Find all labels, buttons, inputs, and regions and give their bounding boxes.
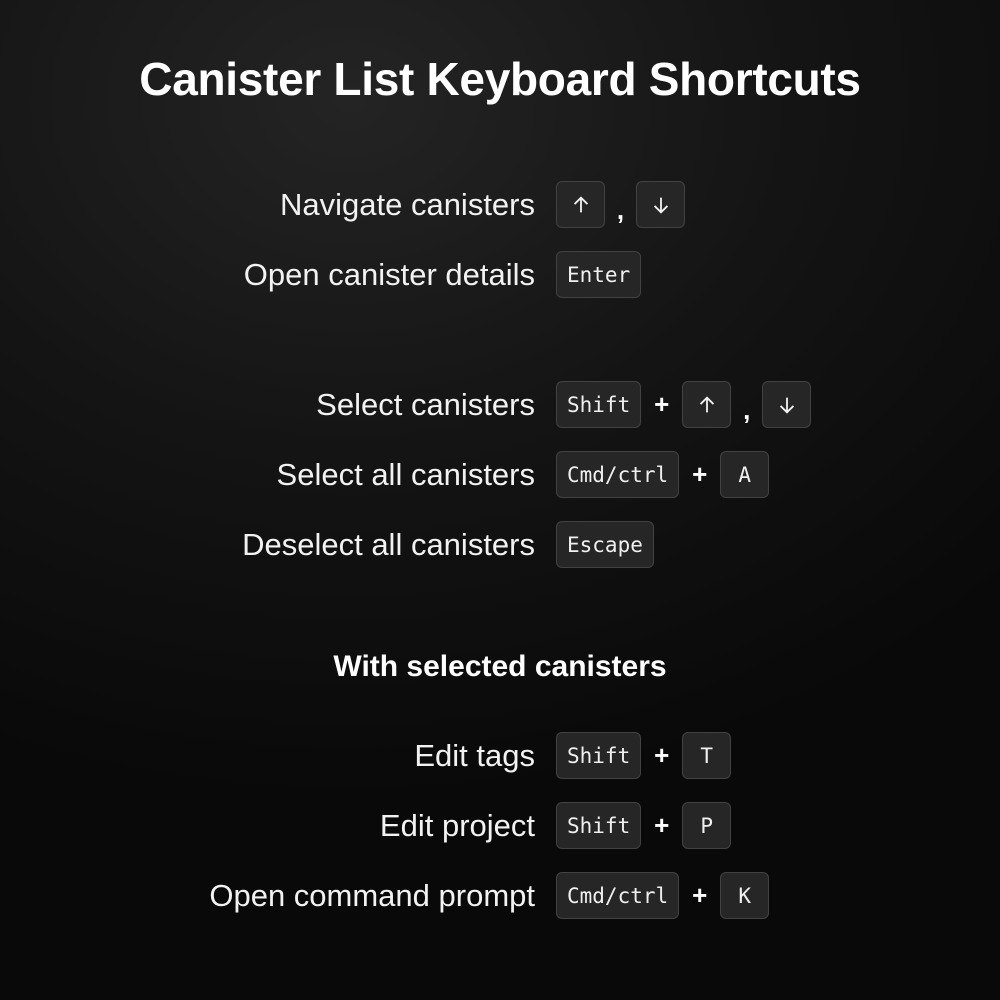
key-arrow-up [682, 381, 732, 428]
key-shift: Shift [556, 802, 642, 849]
shortcut-row: Select all canisters Cmd/ctrl + A [0, 450, 1000, 499]
shortcut-row: Navigate canisters , [0, 180, 1000, 229]
key-cmd-ctrl: Cmd/ctrl [556, 451, 680, 498]
shortcut-keys: Cmd/ctrl + A [556, 450, 770, 499]
shortcut-keys: Shift + P [556, 801, 732, 850]
shortcut-label: Select canisters [316, 387, 535, 422]
key-arrow-down [762, 381, 812, 428]
arrow-down-icon [779, 397, 794, 414]
shortcut-row: Edit tags Shift + T [0, 731, 1000, 780]
shortcut-keys: , [556, 180, 685, 229]
shortcut-label: Select all canisters [276, 457, 535, 492]
shortcut-label: Edit project [379, 808, 535, 843]
key-shift: Shift [556, 381, 642, 428]
plus-separator: + [654, 740, 670, 770]
key-enter: Enter [556, 251, 642, 298]
shortcut-row: Open command prompt Cmd/ctrl + K [0, 871, 1000, 920]
plus-separator: + [692, 880, 708, 910]
key-k: K [720, 872, 770, 919]
shortcut-keys: Shift + T [556, 731, 732, 780]
plus-separator: + [654, 389, 670, 419]
shortcut-label: Deselect all canisters [242, 527, 535, 562]
key-escape: Escape [556, 521, 654, 568]
shortcut-label: Open command prompt [209, 878, 535, 913]
arrow-up-icon [699, 395, 714, 412]
key-t: T [682, 732, 732, 779]
key-arrow-down [636, 181, 685, 228]
shortcut-label: Navigate canisters [279, 187, 535, 222]
key-a: A [720, 451, 770, 498]
page-title: Canister List Keyboard Shortcuts [139, 53, 861, 105]
shortcut-label: Open canister details [243, 257, 535, 292]
plus-separator: + [692, 459, 708, 489]
key-cmd-ctrl: Cmd/ctrl [556, 872, 680, 919]
comma-separator: , [743, 395, 751, 425]
shortcut-keys: Shift + , [556, 380, 812, 429]
key-arrow-up [556, 181, 605, 228]
shortcut-row: Deselect all canisters Escape [0, 520, 1000, 569]
shortcut-row: Edit project Shift + P [0, 801, 1000, 850]
shortcut-row: Select canisters Shift + , [0, 380, 1000, 429]
shortcut-label: Edit tags [414, 738, 535, 773]
shortcut-keys: Enter [556, 250, 642, 299]
comma-separator: , [616, 195, 625, 225]
shortcut-keys: Cmd/ctrl + K [556, 871, 770, 920]
arrow-up-icon [573, 195, 588, 212]
plus-separator: + [654, 810, 670, 840]
shortcut-row: Open canister details Enter [0, 250, 1000, 299]
shortcut-keys: Escape [556, 520, 654, 569]
key-shift: Shift [556, 732, 642, 779]
section-heading: With selected canisters [333, 650, 667, 683]
arrow-down-icon [653, 197, 668, 214]
key-p: P [682, 802, 732, 849]
